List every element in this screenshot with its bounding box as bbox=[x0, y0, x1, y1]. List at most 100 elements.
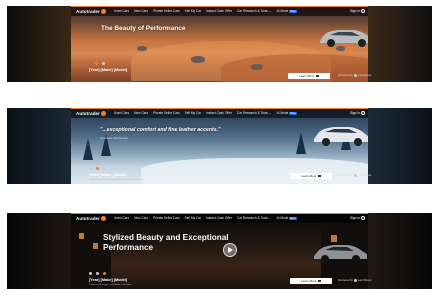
logo-badge-icon bbox=[101, 215, 107, 221]
hero-banner-1: Autotrader Used Cars New Cars Private Se… bbox=[7, 6, 432, 82]
beta-badge: Beta bbox=[289, 10, 297, 13]
nav-new-cars[interactable]: New Cars bbox=[134, 111, 148, 115]
nav-ai-mode[interactable]: AI Mode Beta bbox=[276, 111, 297, 115]
external-link-icon bbox=[316, 74, 319, 78]
sponsor-brand: Lucid Motors bbox=[357, 74, 372, 77]
nav-ai-mode-label: AI Mode bbox=[276, 9, 289, 13]
nav-used-cars[interactable]: Used Cars bbox=[114, 216, 129, 220]
beta-badge: Beta bbox=[289, 217, 297, 220]
user-icon[interactable] bbox=[361, 216, 365, 220]
nav-private-seller[interactable]: Private Seller Cars bbox=[153, 9, 180, 13]
disclaimer-text: Professional images, visit dealer. Discl… bbox=[89, 284, 132, 286]
nav-research-tools[interactable]: Car Research & Tools ⌄ bbox=[237, 216, 272, 220]
user-icon[interactable] bbox=[361, 9, 365, 13]
logo-text: Autotrader bbox=[76, 110, 101, 116]
logo-badge-icon bbox=[101, 8, 107, 14]
carousel-dot-2[interactable] bbox=[96, 272, 99, 275]
autotrader-logo[interactable]: Autotrader bbox=[76, 215, 107, 221]
carousel-dot-3[interactable] bbox=[103, 167, 106, 170]
hero-banner-3: Autotrader Used Cars New Cars Private Se… bbox=[7, 213, 432, 289]
vehicle-name: [Year] [Make] [Model] bbox=[89, 173, 128, 177]
learn-more-button[interactable]: Learn More bbox=[290, 278, 332, 284]
left-gutter bbox=[7, 6, 71, 82]
learn-more-label: Learn More bbox=[301, 174, 317, 178]
nav-research-tools[interactable]: Car Research & Tools ⌄ bbox=[237, 111, 272, 115]
sponsor-label: Sponsored by Lucid Motors bbox=[338, 279, 371, 282]
nav-ai-mode-label: AI Mode bbox=[276, 111, 289, 115]
learn-more-label: Learn More bbox=[301, 279, 317, 283]
sponsor-text: Sponsored by bbox=[338, 74, 353, 77]
nav-used-cars[interactable]: Used Cars bbox=[114, 9, 129, 13]
nav-new-cars[interactable]: New Cars bbox=[134, 9, 148, 13]
top-nav: Autotrader Used Cars New Cars Private Se… bbox=[71, 108, 368, 118]
logo-text: Autotrader bbox=[76, 8, 101, 14]
nav-sell-my-car[interactable]: Sell My Car bbox=[185, 9, 201, 13]
nav-instant-cash[interactable]: Instant Cash Offer bbox=[206, 216, 232, 220]
accent-line bbox=[71, 108, 368, 109]
sponsor-label: Sponsored by Lucid Motors bbox=[338, 74, 371, 77]
beta-badge: Beta bbox=[289, 112, 297, 115]
carousel-dot-1[interactable] bbox=[89, 167, 92, 170]
sign-in-link[interactable]: Sign In bbox=[350, 111, 360, 115]
sponsor-brand: Lucid Motors bbox=[357, 174, 372, 177]
carousel-dot-3[interactable] bbox=[103, 272, 106, 275]
nav-menu: Used Cars New Cars Private Seller Cars S… bbox=[114, 9, 297, 13]
accent-line bbox=[71, 6, 368, 7]
right-gutter bbox=[368, 108, 432, 184]
nav-sell-my-car[interactable]: Sell My Car bbox=[185, 111, 201, 115]
review-source: Autotrader 2024 Review bbox=[100, 137, 128, 140]
nav-instant-cash[interactable]: Instant Cash Offer bbox=[206, 111, 232, 115]
hero-banner-2: Autotrader Used Cars New Cars Private Se… bbox=[7, 108, 432, 184]
accent-line bbox=[71, 213, 368, 214]
nav-research-tools[interactable]: Car Research & Tools ⌄ bbox=[237, 9, 272, 13]
carousel-dot-2[interactable] bbox=[96, 167, 99, 170]
carousel-dot-1[interactable] bbox=[95, 62, 98, 65]
play-icon bbox=[228, 247, 233, 253]
learn-more-label: Learn More bbox=[299, 74, 315, 78]
user-icon[interactable] bbox=[361, 111, 365, 115]
carousel-dots bbox=[89, 167, 106, 170]
rock-shape bbox=[251, 64, 263, 70]
car-image bbox=[314, 245, 367, 263]
vehicle-name: [Year] [Make] [Model] bbox=[89, 68, 128, 72]
nav-new-cars[interactable]: New Cars bbox=[134, 216, 148, 220]
sponsor-label: Sponsored by Lucid Motors bbox=[338, 174, 371, 177]
external-link-icon bbox=[318, 174, 321, 178]
learn-more-button[interactable]: Learn More bbox=[290, 173, 332, 179]
sponsor-logo-icon bbox=[353, 174, 357, 177]
window-light bbox=[93, 243, 98, 249]
nav-sell-my-car[interactable]: Sell My Car bbox=[185, 216, 201, 220]
carousel-dot-2[interactable] bbox=[102, 62, 105, 65]
nav-private-seller[interactable]: Private Seller Cars bbox=[153, 111, 180, 115]
left-gutter bbox=[7, 213, 71, 289]
top-nav: Autotrader Used Cars New Cars Private Se… bbox=[71, 213, 368, 223]
autotrader-logo[interactable]: Autotrader bbox=[76, 8, 107, 14]
hero-headline: Stylized Beauty and Exceptional Performa… bbox=[103, 233, 229, 252]
nav-menu: Used Cars New Cars Private Seller Cars S… bbox=[114, 111, 297, 115]
learn-more-button[interactable]: Learn More bbox=[288, 73, 330, 79]
play-video-button[interactable] bbox=[223, 243, 237, 257]
nav-ai-mode[interactable]: AI Mode Beta bbox=[276, 216, 297, 220]
carousel-dots bbox=[89, 272, 106, 275]
sign-in-link[interactable]: Sign In bbox=[350, 9, 360, 13]
nav-used-cars[interactable]: Used Cars bbox=[114, 111, 129, 115]
autotrader-logo[interactable]: Autotrader bbox=[76, 110, 107, 116]
rock-shape bbox=[191, 56, 205, 63]
sponsor-brand: Lucid Motors bbox=[357, 279, 372, 282]
hero-headline: The Beauty of Performance bbox=[101, 25, 186, 32]
sponsor-text: Sponsored by bbox=[338, 279, 353, 282]
logo-text: Autotrader bbox=[76, 215, 101, 221]
carousel-dot-1[interactable] bbox=[89, 272, 92, 275]
nav-ai-mode[interactable]: AI Mode Beta bbox=[276, 9, 297, 13]
right-gutter bbox=[368, 213, 432, 289]
nav-private-seller[interactable]: Private Seller Cars bbox=[153, 216, 180, 220]
sponsor-text: Sponsored by bbox=[338, 174, 353, 177]
tree-shape bbox=[296, 132, 306, 154]
sign-in-link[interactable]: Sign In bbox=[350, 216, 360, 220]
logo-badge-icon bbox=[101, 110, 107, 116]
vehicle-name: [Year] [Make] [Model] bbox=[89, 278, 128, 282]
nav-instant-cash[interactable]: Instant Cash Offer bbox=[206, 9, 232, 13]
right-gutter bbox=[368, 6, 432, 82]
hero-headline: "...exceptional comfort and fine leather… bbox=[100, 127, 221, 133]
carousel-dots bbox=[95, 62, 105, 65]
